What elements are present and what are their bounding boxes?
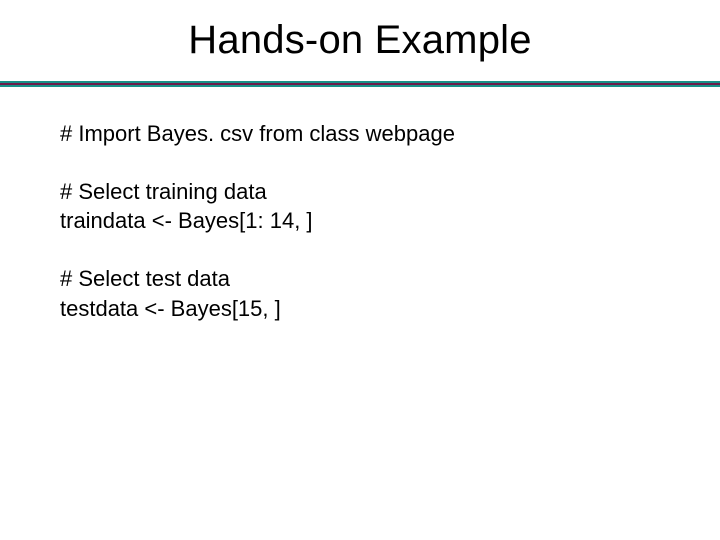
slide-title: Hands-on Example — [0, 18, 720, 63]
code-line: traindata <- Bayes[1: 14, ] — [60, 206, 660, 236]
code-block-test: # Select test data testdata <- Bayes[15,… — [60, 264, 660, 323]
code-block-train: # Select training data traindata <- Baye… — [60, 177, 660, 236]
code-line: testdata <- Bayes[15, ] — [60, 294, 660, 324]
code-block-import: # Import Bayes. csv from class webpage — [60, 119, 660, 149]
code-line: # Select test data — [60, 264, 660, 294]
slide: Hands-on Example # Import Bayes. csv fro… — [0, 0, 720, 540]
slide-body: # Import Bayes. csv from class webpage #… — [0, 87, 720, 323]
title-wrap: Hands-on Example — [0, 0, 720, 77]
code-line: # Import Bayes. csv from class webpage — [60, 119, 660, 149]
code-line: # Select training data — [60, 177, 660, 207]
